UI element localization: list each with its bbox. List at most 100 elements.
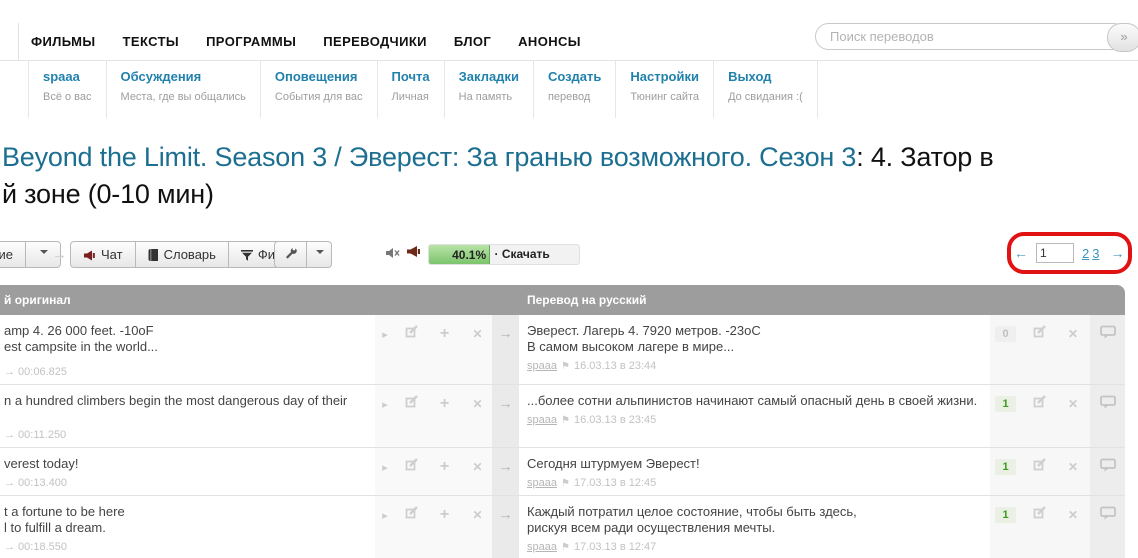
tools-dropdown-button[interactable] [307,241,332,268]
user-nav-title[interactable]: Почта [392,69,430,84]
delete-icon[interactable]: ✕ [461,460,494,474]
user-nav-title[interactable]: Обсуждения [121,69,246,84]
edit-translation-icon[interactable] [1022,395,1056,413]
edit-translation-icon[interactable] [1022,458,1056,476]
nav-item[interactable]: ПРОГРАММЫ [206,34,296,49]
table-body: amp 4. 26 000 feet. -10oF est campsite in… [0,315,1125,558]
sort-button[interactable]: ние [0,241,26,268]
flag-icon[interactable]: ⚑ [561,361,570,372]
edit-icon[interactable] [395,325,428,343]
page-input[interactable] [1036,243,1074,263]
comment-icon[interactable] [1090,496,1125,558]
user-nav-item[interactable]: Создать перевод [534,61,617,118]
delete-icon[interactable]: ✕ [461,508,494,522]
edit-icon[interactable] [395,506,428,524]
edit-icon[interactable] [395,458,428,476]
rating-badge[interactable]: 1 [995,396,1016,412]
delete-icon[interactable]: ✕ [461,327,494,341]
transfer-arrow-icon[interactable]: → [492,448,519,495]
comment-icon[interactable] [1090,448,1125,495]
tools-button[interactable] [274,241,307,268]
user-nav-title[interactable]: Создать [548,69,601,84]
add-icon[interactable]: + [428,458,461,476]
play-icon[interactable]: ▸ [375,461,395,474]
next-page-arrow[interactable]: → [1110,245,1124,261]
edit-translation-icon[interactable] [1022,506,1056,524]
original-text: n a hundred climbers begin the most dang… [4,393,348,408]
user-nav-subtitle: Личная [391,91,429,103]
announce-megaphone-icon[interactable] [406,245,421,263]
delete-translation-icon[interactable]: ✕ [1056,397,1090,411]
dictionary-button[interactable]: Словарь [134,241,229,268]
flag-icon[interactable]: ⚑ [561,478,570,489]
user-nav-item[interactable]: Выход До свидания :( [714,61,818,118]
search-button[interactable]: » [1107,23,1138,52]
user-nav-subtitle: перевод [547,91,591,103]
nav-item[interactable]: АНОНСЫ [518,34,581,49]
main-nav: ФИЛЬМЫ ТЕКСТЫ ПРОГРАММЫ ПЕРЕВОДЧИКИ БЛОГ АНОН… [31,33,608,51]
delete-translation-icon[interactable]: ✕ [1056,327,1090,341]
tools-split-button [274,241,332,268]
timecode: → 00:06.825 [4,366,67,378]
nav-divider [18,23,19,60]
download-link[interactable]: · Скачать [495,245,550,264]
delete-icon[interactable]: ✕ [461,397,494,411]
page-link[interactable]: 3 [1092,246,1099,261]
user-nav-item[interactable]: Настройки Тюнинг сайта [616,61,715,118]
user-nav-item[interactable]: Обсуждения Места, где вы общались [107,61,261,118]
page-link[interactable]: 2 [1082,246,1089,261]
progress-bar[interactable]: 40.1% · Скачать [428,244,580,265]
chat-button[interactable]: Чат [70,241,136,268]
translation-cell: Эверест. Лагерь 4. 7920 метров. -23оС В с… [519,315,990,384]
rating-badge[interactable]: 1 [995,459,1016,475]
add-icon[interactable]: + [428,325,461,343]
user-nav-title[interactable]: Выход [728,69,803,84]
nav-item[interactable]: БЛОГ [454,34,491,49]
search-input[interactable] [815,23,1127,50]
user-nav-item[interactable]: Закладки На память [445,61,534,118]
author-link[interactable]: spaaa [527,360,557,372]
flag-icon[interactable]: ⚑ [561,415,570,426]
play-icon[interactable]: ▸ [375,509,395,522]
user-nav-item[interactable]: Почта Личная [378,61,445,118]
transfer-arrow-icon[interactable]: → [492,315,519,384]
edit-icon[interactable] [395,395,428,413]
nav-item[interactable]: ФИЛЬМЫ [31,34,96,49]
play-icon[interactable]: ▸ [375,398,395,411]
user-nav-title[interactable]: spaaa [43,69,92,84]
translation-text: Каждый потратил целое состояние, чтобы б… [527,504,857,535]
user-nav-title[interactable]: Закладки [459,69,519,84]
prev-page-arrow[interactable]: ← [1014,245,1028,261]
user-nav-subtitle: На память [458,91,513,103]
user-nav-item[interactable]: Оповещения События для вас [261,61,378,118]
nav-item[interactable]: ТЕКСТЫ [123,34,180,49]
add-icon[interactable]: + [428,395,461,413]
author-link[interactable]: spaaa [527,541,557,553]
speaker-off-icon[interactable] [386,246,401,264]
title-link[interactable]: Beyond the Limit. Season 3 / Эверест: За… [2,142,856,172]
comment-icon[interactable] [1090,315,1125,384]
original-text: verest today! [4,456,79,471]
chevron-down-icon [316,250,324,258]
user-nav-title[interactable]: Настройки [630,69,699,84]
author-link[interactable]: spaaa [527,477,557,489]
translation-cell: Каждый потратил целое состояние, чтобы б… [519,496,990,558]
user-nav-title[interactable]: Оповещения [275,69,363,84]
table-row: t a fortune to be here l to fulfill a dre… [0,496,1125,558]
rating-badge[interactable]: 1 [995,507,1016,523]
delete-translation-icon[interactable]: ✕ [1056,508,1090,522]
comment-icon[interactable] [1090,385,1125,447]
timecode: → 00:18.550 [4,541,67,553]
original-cell: t a fortune to be here l to fulfill a dre… [0,496,375,558]
flag-icon[interactable]: ⚑ [561,542,570,553]
delete-translation-icon[interactable]: ✕ [1056,460,1090,474]
add-icon[interactable]: + [428,506,461,524]
transfer-arrow-icon[interactable]: → [492,496,519,558]
play-icon[interactable]: ▸ [375,328,395,341]
user-nav-item[interactable]: spaaa Всё о вас [28,61,107,118]
rating-badge[interactable]: 0 [995,326,1016,342]
author-link[interactable]: spaaa [527,414,557,426]
nav-item[interactable]: ПЕРЕВОДЧИКИ [323,34,427,49]
edit-translation-icon[interactable] [1022,325,1056,343]
transfer-arrow-icon[interactable]: → [492,385,519,447]
